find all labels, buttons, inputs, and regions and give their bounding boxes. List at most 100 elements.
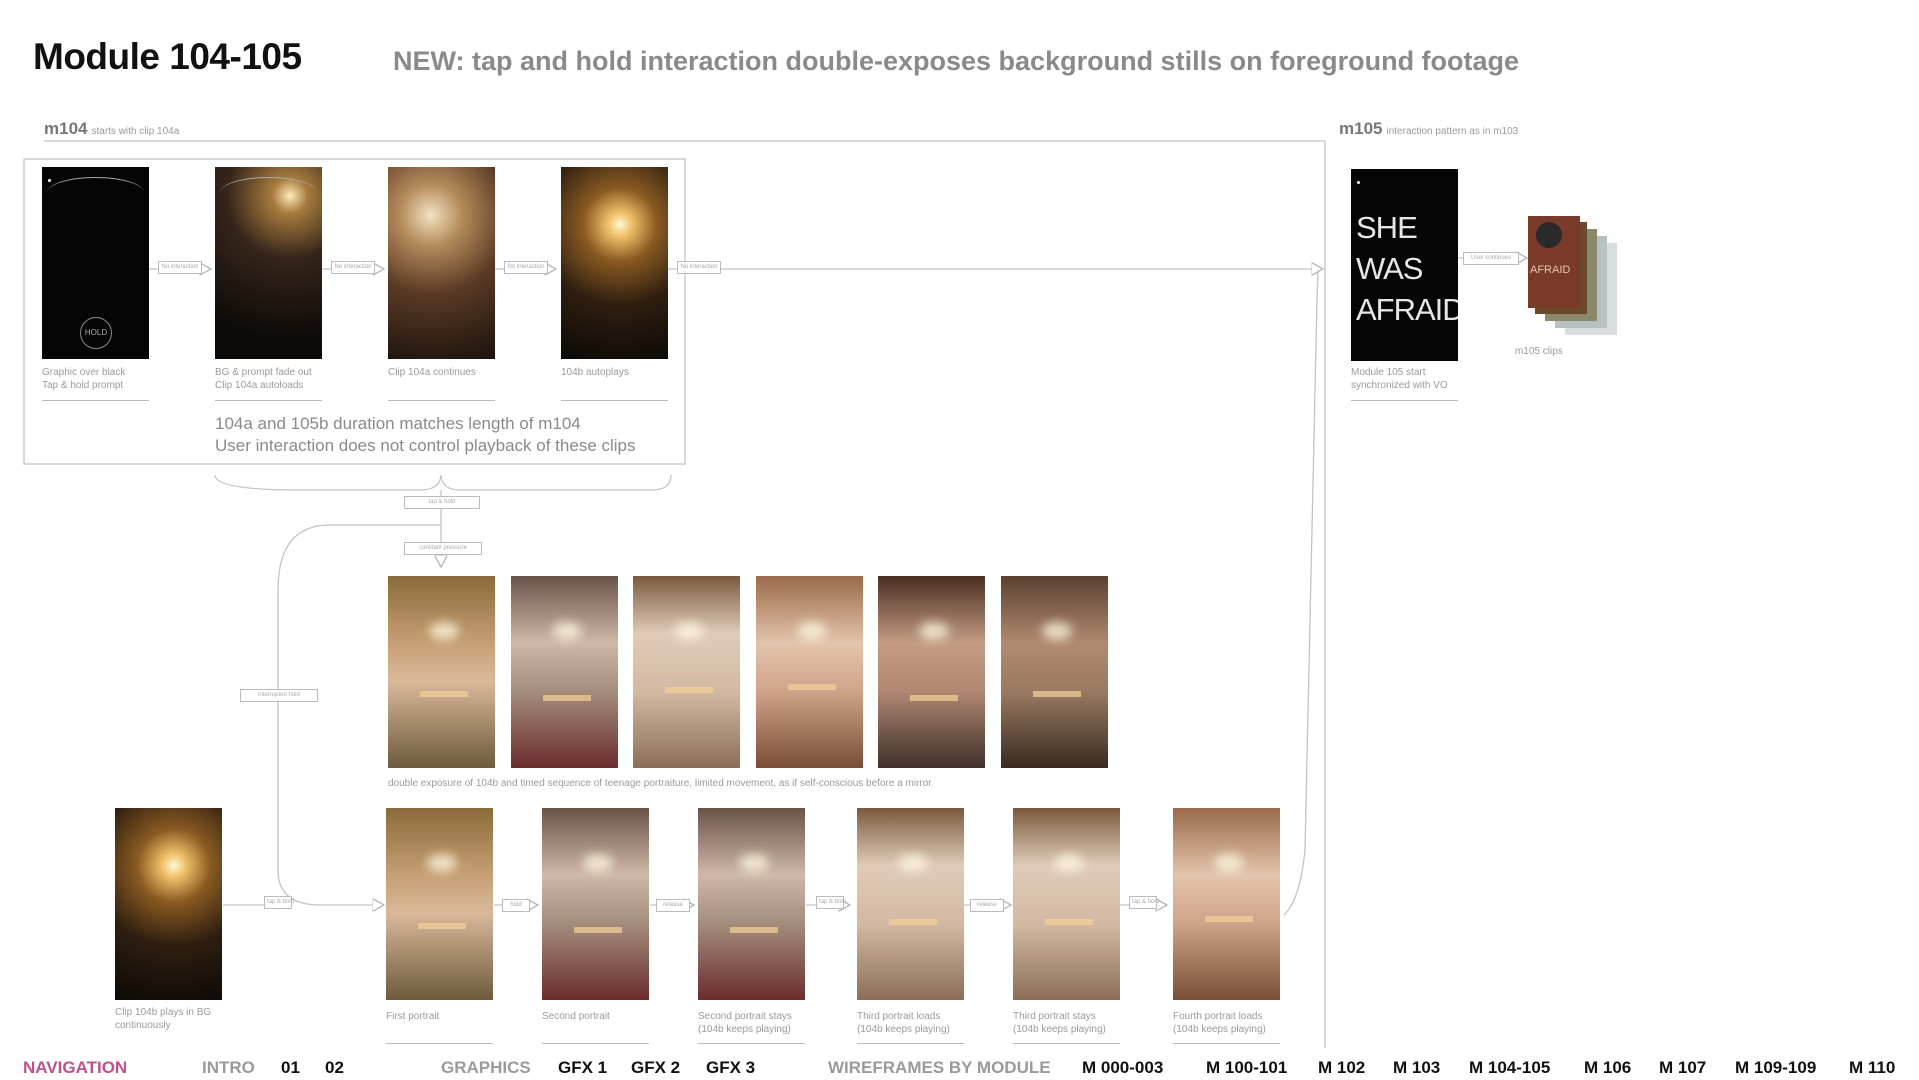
light-strip — [1205, 915, 1254, 922]
caption-underline — [542, 1043, 649, 1044]
frame-third-portrait-stays — [1013, 808, 1120, 1000]
caption-underline — [386, 1043, 493, 1044]
nav-link-m104-105[interactable]: M 104-105 — [1469, 1058, 1550, 1078]
portrait-still-4 — [756, 576, 863, 768]
caption-underline — [1013, 1043, 1120, 1044]
tag-tap-hold-3: tap & hold — [1129, 896, 1159, 909]
caption-frame-3: Clip 104a continues — [388, 367, 476, 378]
hold-prompt-icon: HOLD — [80, 317, 112, 349]
tag-tap-hold-2: tap & hold — [816, 896, 846, 909]
caption-underline — [1351, 400, 1458, 401]
light-strip — [910, 695, 959, 702]
candle-glow — [1053, 854, 1084, 873]
caption-frame-4: 104b autoplays — [561, 367, 629, 378]
light-strip — [665, 687, 714, 694]
portrait-still-3 — [633, 576, 740, 768]
light-strip — [1045, 919, 1094, 926]
nav-link-gfx-3[interactable]: GFX 3 — [706, 1058, 755, 1078]
light-strip — [420, 691, 469, 698]
candle-glow — [426, 854, 457, 873]
caption-bottom-4: Second portrait stays (104b keeps playing… — [698, 1011, 792, 1035]
caption-underline — [857, 1043, 964, 1044]
tag-no-interaction-1: No interaction — [158, 261, 202, 274]
candle-glow — [582, 854, 613, 873]
nav-link-gfx-1[interactable]: GFX 1 — [558, 1058, 607, 1078]
tag-tap-hold: tap & hold — [404, 496, 480, 509]
portrait-still-5 — [878, 576, 985, 768]
candle-glow — [551, 622, 582, 641]
prompt-dot — [48, 179, 51, 182]
caption-m105-clips: m105 clips — [1515, 346, 1563, 357]
caption-bottom-7: Fourth portrait loads (104b keeps playing… — [1173, 1011, 1266, 1035]
nav-link-intro-02[interactable]: 02 — [325, 1058, 344, 1078]
tag-constant-pressure: constant pressure — [404, 542, 482, 555]
candle-glow — [918, 622, 949, 641]
nav-category-wireframes: WIREFRAMES BY MODULE — [828, 1058, 1051, 1077]
frame-dot — [1357, 181, 1360, 184]
nav-link-m107[interactable]: M 107 — [1659, 1058, 1706, 1078]
nav-link-m110[interactable]: M 110 — [1849, 1058, 1895, 1078]
caption-underline — [388, 400, 495, 401]
candle-glow — [428, 622, 459, 641]
tag-tap-and-hold-bottom: tap & hold — [264, 896, 294, 909]
nav-link-intro-01[interactable]: 01 — [281, 1058, 300, 1078]
tag-release-1: release — [656, 899, 690, 912]
candle-glow — [673, 622, 704, 641]
caption-underline — [42, 400, 149, 401]
nav-link-m109-109[interactable]: M 109-109 — [1735, 1058, 1816, 1078]
frame-module-105-start: SHE WAS AFRAID — [1351, 169, 1458, 361]
navigation-bar: NAVIGATION INTRO 01 02 GRAPHICS GFX 1 GF… — [0, 1058, 1919, 1080]
caption-bottom-3: Second portrait — [542, 1011, 610, 1022]
portrait-still-2 — [511, 576, 618, 768]
nav-link-m106[interactable]: M 106 — [1584, 1058, 1631, 1078]
caption-frame-1: Graphic over black Tap & hold prompt — [42, 367, 126, 391]
frame-clip-104a-autoloads — [215, 167, 322, 359]
tag-interrupted-hold: interrupted hold — [240, 689, 318, 702]
caption-underline — [561, 400, 668, 401]
tag-no-interaction-2: No interaction — [331, 261, 375, 274]
nav-link-m103[interactable]: M 103 — [1393, 1058, 1440, 1078]
frame-clip-104b-bg — [115, 808, 222, 1000]
nav-link-m000-003[interactable]: M 000-003 — [1082, 1058, 1163, 1078]
light-strip — [543, 695, 592, 702]
frame-second-portrait-stays — [698, 808, 805, 1000]
light-strip — [730, 927, 779, 934]
light-strip — [788, 683, 837, 690]
prompt-arc-fading — [220, 177, 317, 208]
candle-glow — [1041, 622, 1072, 641]
frame-second-portrait — [542, 808, 649, 1000]
nav-link-m100-101[interactable]: M 100-101 — [1206, 1058, 1287, 1078]
she-was-afraid-title: SHE WAS AFRAID — [1356, 210, 1458, 327]
prompt-arc — [47, 177, 144, 208]
frame-fourth-portrait-loads — [1173, 808, 1280, 1000]
candle-glow — [897, 854, 928, 873]
caption-bottom-2: First portrait — [386, 1011, 440, 1022]
nav-category-intro: INTRO — [202, 1058, 255, 1077]
caption-bottom-1: Clip 104b plays in BG continuously — [115, 1007, 212, 1031]
nav-link-m102[interactable]: M 102 — [1318, 1058, 1365, 1078]
caption-bottom-5: Third portrait loads (104b keeps playing) — [857, 1011, 950, 1035]
caption-frame-2: BG & prompt fade out Clip 104a autoloads — [215, 367, 312, 391]
light-strip — [418, 923, 467, 930]
candle-glow — [796, 622, 827, 641]
light-strip — [574, 927, 623, 934]
nav-category-graphics: GRAPHICS — [441, 1058, 531, 1077]
m105-clip-card-front: AFRAID — [1528, 216, 1580, 308]
caption-underline — [1173, 1043, 1280, 1044]
eye-image — [1536, 222, 1562, 248]
frame-104b-autoplays — [561, 167, 668, 359]
portrait-still-6 — [1001, 576, 1108, 768]
nav-link-gfx-2[interactable]: GFX 2 — [631, 1058, 680, 1078]
stack-afraid-text: AFRAID — [1530, 264, 1571, 276]
candle-glow — [738, 854, 769, 873]
tag-user-continues: User continues — [1463, 252, 1519, 265]
frame-tap-hold-prompt: HOLD — [42, 167, 149, 359]
tag-release-2: release — [970, 899, 1004, 912]
nav-heading: NAVIGATION — [23, 1058, 128, 1077]
caption-bottom-6: Third portrait stays (104b keeps playing) — [1013, 1011, 1106, 1035]
light-strip — [1033, 691, 1082, 698]
frame-third-portrait-loads — [857, 808, 964, 1000]
caption-module-105: Module 105 start synchronized with VO — [1351, 367, 1448, 391]
caption-underline — [215, 400, 322, 401]
candle-glow — [1213, 854, 1244, 873]
